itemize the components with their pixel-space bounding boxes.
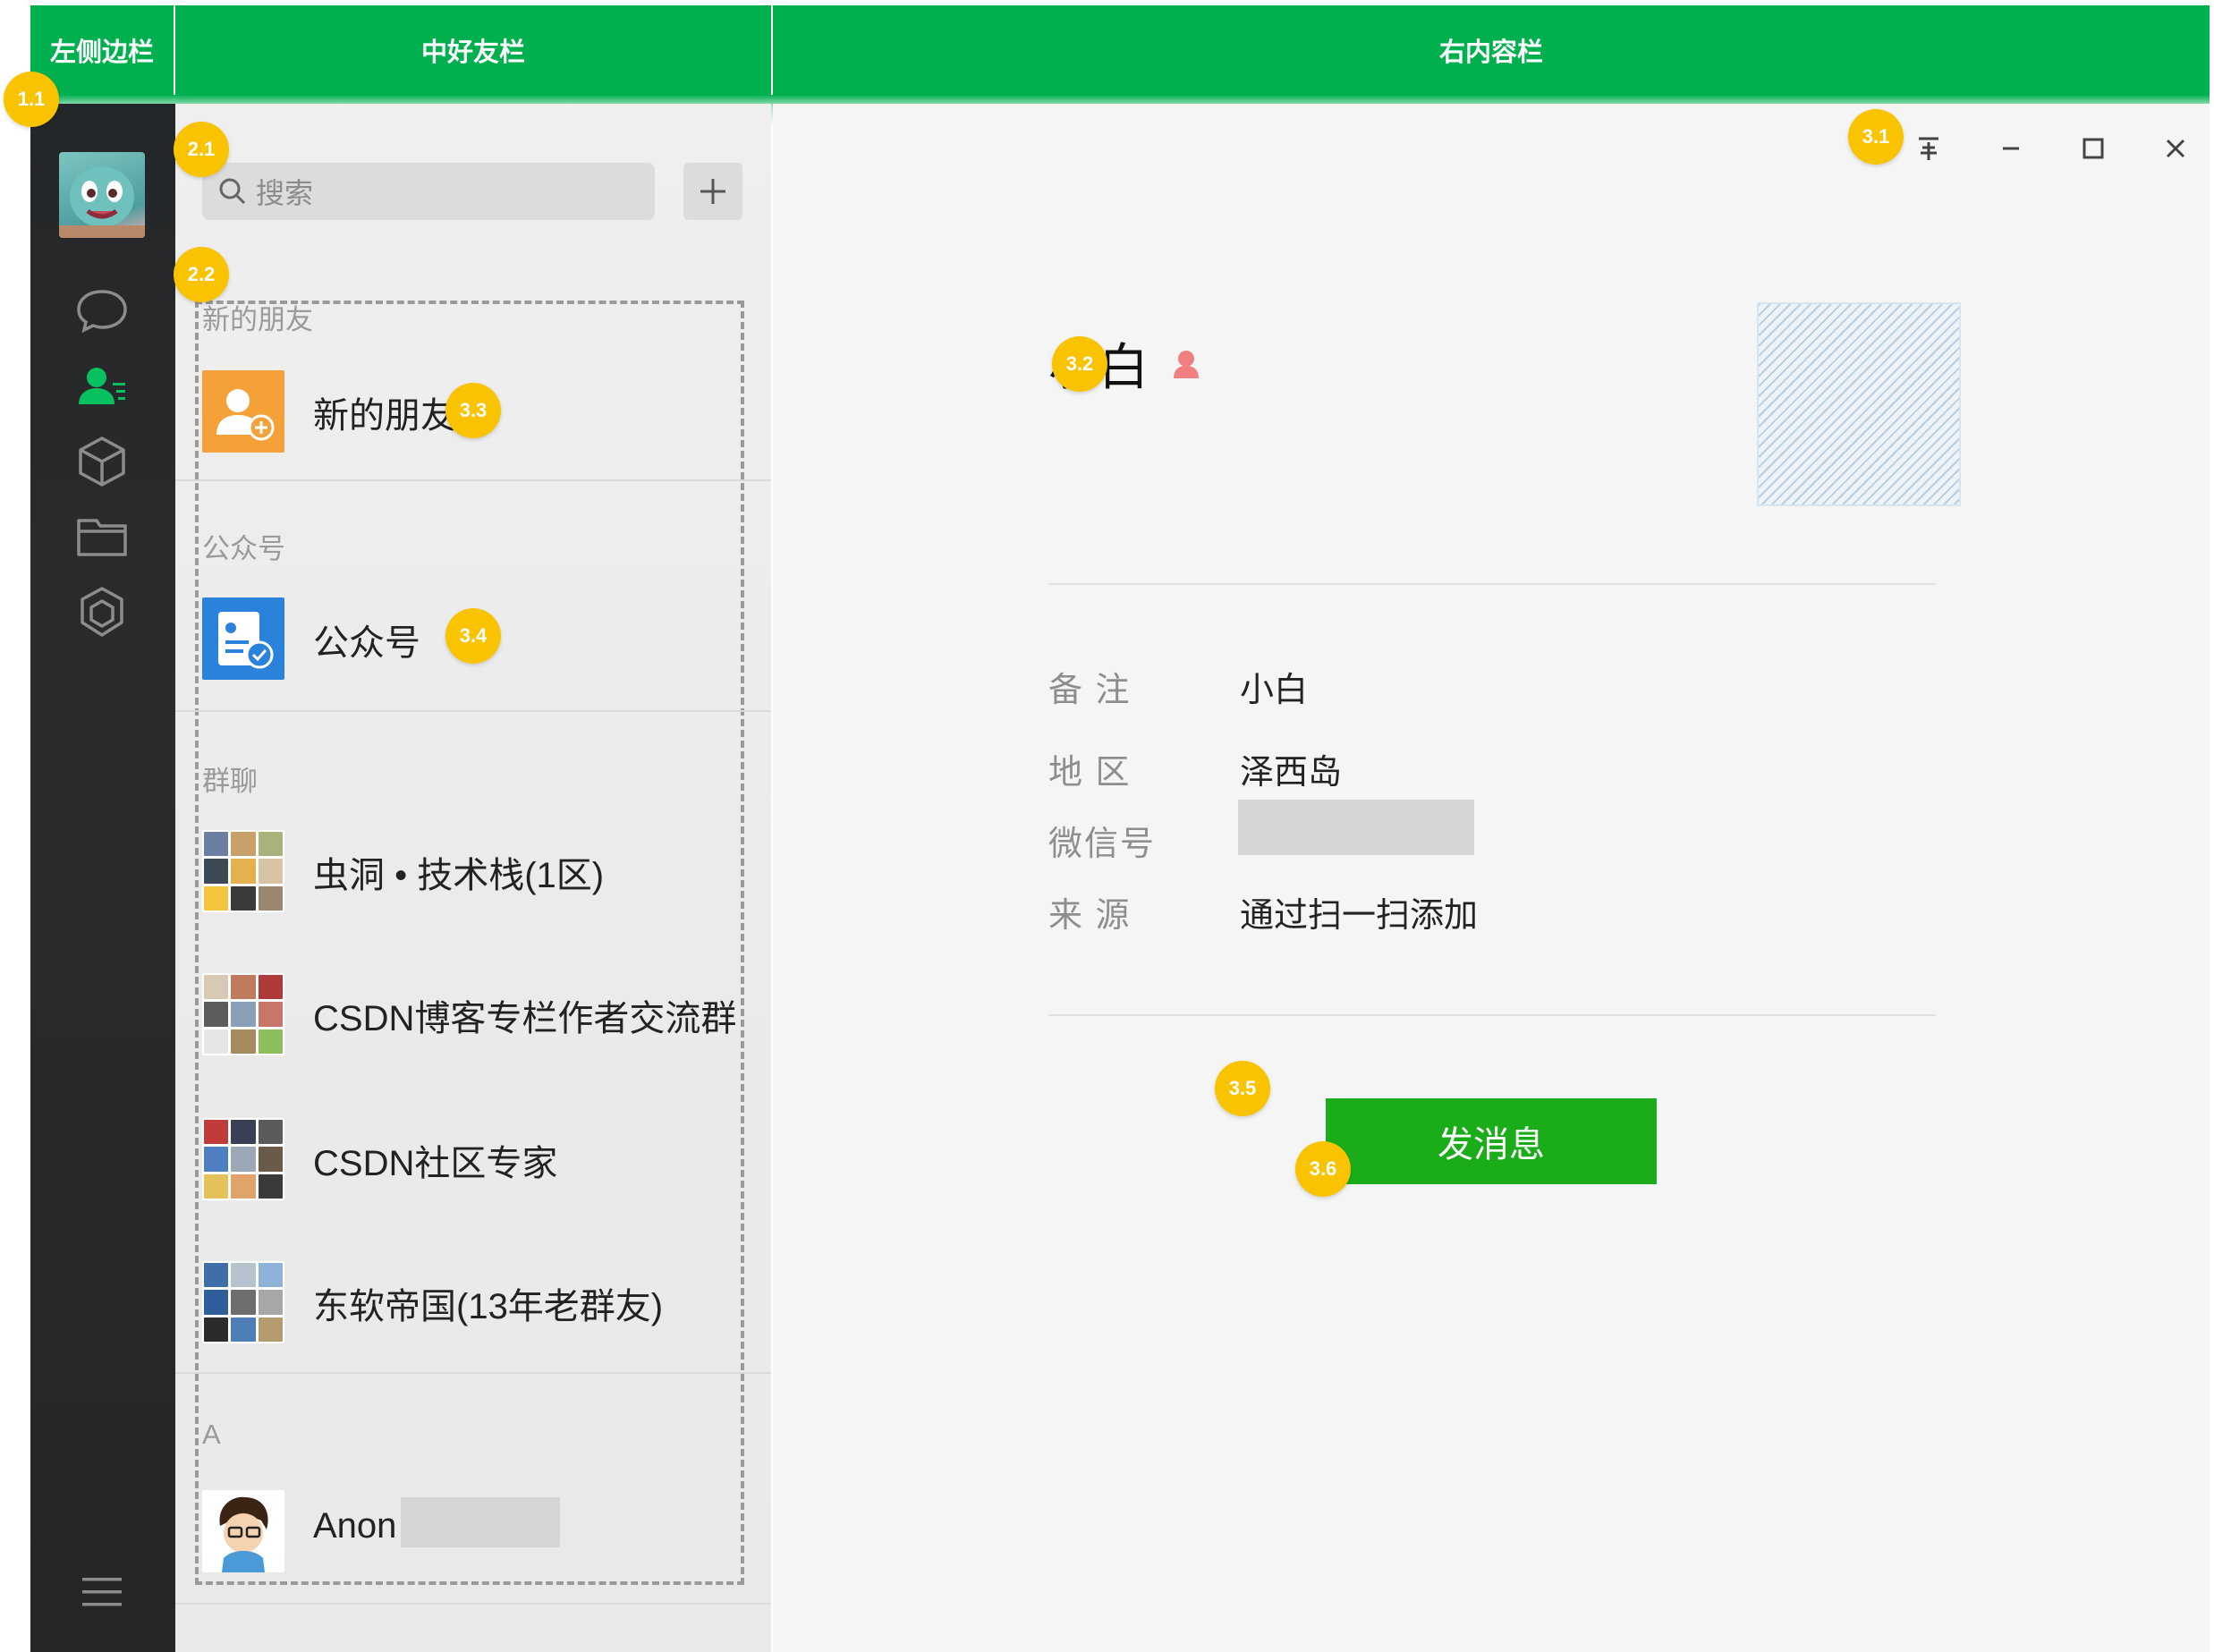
group-avatar	[202, 973, 284, 1055]
divider	[175, 710, 771, 712]
profile-avatar-placeholder[interactable]	[1757, 302, 1961, 506]
close-icon	[2166, 139, 2185, 158]
annotation-dashed-box	[195, 301, 744, 1585]
search-input[interactable]: 搜索	[202, 163, 655, 220]
section-label-official: 公众号	[202, 533, 285, 564]
screenshot-stage: 左侧边栏 中好友栏 右内容栏 搜索 新的朋友 新的朋友 公众号 公众号 群聊 虫…	[0, 0, 2214, 1652]
female-gender-icon	[1174, 350, 1199, 378]
group-name: CSDN社区专家	[313, 1144, 558, 1183]
annotation-marker: 3.4	[445, 608, 501, 664]
section-label-new-friends: 新的朋友	[202, 304, 313, 335]
annotation-marker: 3.6	[1295, 1141, 1351, 1197]
remark-label: 备 注	[1048, 672, 1132, 709]
official-account-icon	[202, 597, 284, 680]
menu-icon[interactable]	[72, 1562, 132, 1622]
group-item[interactable]: 虫洞 • 技术栈(1区)	[175, 810, 771, 932]
maximize-icon	[2083, 138, 2104, 159]
minimize-button[interactable]	[1984, 122, 2038, 175]
group-name: 虫洞 • 技术栈(1区)	[313, 856, 605, 895]
annotation-marker: 2.1	[174, 122, 229, 177]
pin-button[interactable]	[1902, 122, 1955, 175]
pin-icon	[1919, 137, 1938, 160]
right-content-column: 小白 备 注 小白 地 区 泽西岛 微信号 来 源 通过扫一扫添加 发消息	[773, 104, 2210, 1652]
group-name: 东软帝国(13年老群友)	[313, 1287, 664, 1326]
header-middle-label: 中好友栏	[175, 5, 771, 95]
minimize-icon	[2003, 147, 2019, 150]
redacted-area	[401, 1497, 560, 1547]
contact-avatar	[202, 1490, 284, 1572]
search-icon	[219, 178, 246, 205]
section-label-a: A	[202, 1419, 221, 1450]
wechat-id-redacted	[1238, 800, 1474, 855]
region-label: 地 区	[1048, 754, 1132, 792]
divider	[175, 479, 771, 481]
annotation-marker: 3.5	[1215, 1061, 1270, 1116]
search-placeholder: 搜索	[256, 177, 314, 209]
contact-name: Anon	[313, 1506, 397, 1546]
new-friend-icon	[202, 370, 284, 453]
box-icon[interactable]	[72, 431, 132, 492]
chat-icon[interactable]	[72, 279, 132, 340]
friend-list-column: 搜索 新的朋友 新的朋友 公众号 公众号 群聊 虫洞 • 技术栈(1区) CSD…	[175, 104, 771, 1652]
contacts-icon[interactable]	[72, 356, 132, 417]
plus-icon	[700, 179, 725, 204]
divider	[1048, 583, 1936, 585]
group-name: CSDN博客专栏作者交流群	[313, 999, 737, 1038]
source-value: 通过扫一扫添加	[1240, 897, 1479, 935]
group-item[interactable]: CSDN社区专家	[175, 1098, 771, 1220]
annotation-marker: 3.2	[1052, 336, 1107, 392]
group-item[interactable]: CSDN博客专栏作者交流群	[175, 953, 771, 1075]
settings-icon[interactable]	[72, 583, 132, 644]
wechat-id-label: 微信号	[1048, 826, 1157, 863]
official-accounts-label: 公众号	[313, 623, 420, 663]
group-avatar	[202, 830, 284, 912]
remark-value: 小白	[1240, 672, 1309, 709]
section-label-groups: 群聊	[202, 766, 258, 797]
send-message-button[interactable]: 发消息	[1326, 1098, 1657, 1184]
divider	[175, 1372, 771, 1374]
folder-icon[interactable]	[72, 506, 132, 567]
annotation-marker: 1.1	[4, 72, 59, 127]
divider	[1048, 1014, 1936, 1016]
region-value: 泽西岛	[1240, 754, 1343, 792]
source-label: 来 源	[1048, 897, 1132, 935]
divider	[175, 1603, 771, 1605]
annotation-marker: 2.2	[174, 247, 229, 302]
annotation-marker: 3.1	[1848, 109, 1904, 165]
left-sidebar	[30, 104, 175, 1652]
group-avatar	[202, 1261, 284, 1343]
my-avatar[interactable]	[59, 152, 145, 238]
group-item[interactable]: 东软帝国(13年老群友)	[175, 1241, 771, 1363]
avatar-image	[59, 166, 145, 238]
add-contact-button[interactable]	[683, 163, 742, 220]
new-friends-label: 新的朋友	[313, 396, 456, 436]
header-right-label: 右内容栏	[773, 5, 2210, 95]
group-avatar	[202, 1118, 284, 1200]
close-button[interactable]	[2149, 122, 2202, 175]
contact-item[interactable]: Anon	[175, 1470, 771, 1592]
annotation-marker: 3.3	[445, 383, 501, 438]
maximize-button[interactable]	[2066, 122, 2120, 175]
